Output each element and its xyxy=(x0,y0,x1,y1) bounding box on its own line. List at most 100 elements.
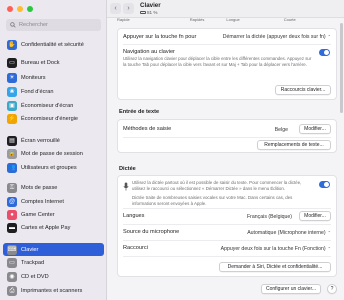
keyboard-navigation-label: Navigation au clavier xyxy=(123,48,175,55)
shortcut-label: Raccourci xyxy=(123,245,148,251)
dictation-panel: Utilisez la dictée partout où il est pos… xyxy=(117,175,337,277)
configure-keyboard-button[interactable]: Configurer un clavier... xyxy=(261,284,321,294)
sidebar-item-label: Moniteurs xyxy=(21,74,46,81)
lock-screen-icon: ▤ xyxy=(7,135,17,146)
users-icon: 👥 xyxy=(7,162,17,173)
top-column-0: Rapide xyxy=(117,17,130,22)
input-methods-value: Belge xyxy=(274,127,288,133)
battery-icon xyxy=(140,11,146,15)
sidebar-item-label: Imprimantes et scanners xyxy=(21,287,83,294)
hand-icon: ✋ xyxy=(7,39,17,50)
wallpaper-icon: ❀ xyxy=(7,86,17,97)
dictation-privacy-note: Dictée traite de nombreuses saisies voca… xyxy=(132,195,293,206)
dictation-toggle[interactable] xyxy=(319,181,330,188)
sidebar-item-display[interactable]: ☀ Moniteurs xyxy=(3,71,104,84)
languages-modify-button[interactable]: Modifier... xyxy=(299,211,331,221)
search-input[interactable] xyxy=(19,22,97,28)
sidebar-item-label: Économiseur d'énergie xyxy=(21,115,79,122)
microphone-icon xyxy=(123,182,129,193)
sidebar-item-wallpaper[interactable]: ❀ Fond d'écran xyxy=(3,85,104,98)
toolbar: ‹ › Clavier 81 % xyxy=(107,0,344,18)
sidebar-item-key[interactable]: ⚿ Mots de passe xyxy=(3,181,104,194)
languages-value: Français (Belgique) xyxy=(247,214,292,220)
keyboard-navigation-toggle[interactable] xyxy=(319,49,330,56)
zoom-window-button[interactable] xyxy=(27,6,33,12)
game-center-icon: ● xyxy=(7,209,17,220)
input-methods-label: Méthodes de saisie xyxy=(123,126,172,132)
at-icon: @ xyxy=(7,196,17,207)
sidebar-item-label: Écran verrouillé xyxy=(21,137,60,144)
sidebar-item-wallet[interactable]: ▬ Cartes et Apple Pay xyxy=(3,221,104,234)
sidebar-item-label: Économiseur d'écran xyxy=(21,102,74,109)
battery-status: 81 % xyxy=(140,10,157,15)
help-button[interactable]: ? xyxy=(327,284,337,294)
chevron-updown-icon: ⌃ xyxy=(327,246,331,251)
sidebar-item-lock[interactable]: 🔒 Mot de passe de session xyxy=(3,147,104,160)
sidebar: ✋ Confidentialité et sécurité ▭ Bureau et D… xyxy=(0,0,107,300)
sidebar-item-label: Mots de passe xyxy=(21,184,58,191)
disc-icon: ◉ xyxy=(7,271,17,282)
chevron-updown-icon: ⌃ xyxy=(327,34,331,39)
key-icon: ⚿ xyxy=(7,182,17,193)
top-column-2: Longue xyxy=(226,17,240,22)
sidebar-item-users[interactable]: 👥 Utilisateurs et groupes xyxy=(3,161,104,174)
sidebar-item-lock-screen[interactable]: ▤ Écran verrouillé xyxy=(3,134,104,147)
close-window-button[interactable] xyxy=(7,6,13,12)
sidebar-item-energy[interactable]: ⚡ Économiseur d'énergie xyxy=(3,112,104,125)
wallet-icon: ▬ xyxy=(7,222,17,233)
chevron-right-icon: › xyxy=(127,5,130,12)
sidebar-item-label: Trackpad xyxy=(21,259,45,266)
text-replacements-button[interactable]: Remplacements de texte... xyxy=(257,140,331,150)
sidebar-item-hand[interactable]: ✋ Confidentialité et sécurité xyxy=(3,38,104,51)
microphone-source-label: Source du microphone xyxy=(123,229,180,235)
fn-key-label: Appuyer sur la touche fn pour xyxy=(123,34,197,40)
sidebar-item-at[interactable]: @ Comptes Internet xyxy=(3,195,104,208)
keyboard-panel: Appuyer sur la touche fn pour Démarrer l… xyxy=(117,28,337,100)
sidebar-item-label: Fond d'écran xyxy=(21,88,54,95)
sidebar-item-label: CD et DVD xyxy=(21,273,49,280)
sidebar-item-game-center[interactable]: ● Game Center xyxy=(3,208,104,221)
dock-icon: ▭ xyxy=(7,57,17,68)
sidebar-item-label: Bureau et Dock xyxy=(21,59,60,66)
lock-icon: 🔒 xyxy=(7,148,17,159)
sidebar-item-disc[interactable]: ◉ CD et DVD xyxy=(3,270,104,283)
sidebar-item-dock[interactable]: ▭ Bureau et Dock xyxy=(3,56,104,69)
display-icon: ☀ xyxy=(7,72,17,83)
keyboard-navigation-description: Utilisez la navigation clavier pour dépl… xyxy=(123,56,312,67)
trackpad-icon: ▭ xyxy=(7,257,17,268)
printer-icon: ⎙ xyxy=(7,285,17,296)
sidebar-item-label: Mot de passe de session xyxy=(21,150,83,157)
page-title: Clavier xyxy=(140,2,161,9)
keyboard-icon: ⌨ xyxy=(7,244,17,255)
sidebar-item-keyboard[interactable]: ⌨ Clavier xyxy=(3,243,104,256)
shortcut-select[interactable]: Appuyer deux fois sur la touche Fn (Fonc… xyxy=(221,246,331,252)
search-field[interactable] xyxy=(6,19,101,31)
siri-dictation-privacy-button[interactable]: Demander à Siri, Dictée et confidentiali… xyxy=(219,262,331,272)
screensaver-icon: ▣ xyxy=(7,100,17,111)
sidebar-item-label: Game Center xyxy=(21,211,55,218)
minimize-window-button[interactable] xyxy=(17,6,23,12)
sidebar-item-label: Confidentialité et sécurité xyxy=(21,41,84,48)
dictation-heading: Dictée xyxy=(119,166,136,172)
window-controls xyxy=(7,6,33,12)
languages-label: Langues xyxy=(123,213,145,219)
scrollbar[interactable] xyxy=(340,23,343,113)
sidebar-item-label: Utilisateurs et groupes xyxy=(21,164,77,171)
chevron-left-icon: ‹ xyxy=(114,5,117,12)
forward-button[interactable]: › xyxy=(123,3,134,14)
fn-key-select[interactable]: Démarrer la dictée (appuyer deux fois su… xyxy=(223,34,331,40)
microphone-source-select[interactable]: Automatique (Microphone interne) ⌃ xyxy=(247,230,331,236)
keyboard-shortcuts-button[interactable]: Raccourcis clavier... xyxy=(275,85,331,95)
back-button[interactable]: ‹ xyxy=(110,3,121,14)
chevron-updown-icon: ⌃ xyxy=(327,230,331,235)
top-column-3: Courte xyxy=(283,17,296,22)
sidebar-item-screensaver[interactable]: ▣ Économiseur d'écran xyxy=(3,99,104,112)
sidebar-item-trackpad[interactable]: ▭ Trackpad xyxy=(3,256,104,269)
text-input-panel: Méthodes de saisie Belge Modifier... Rem… xyxy=(117,119,337,153)
sidebar-item-label: Clavier xyxy=(21,246,39,253)
sidebar-item-label: Cartes et Apple Pay xyxy=(21,224,71,231)
input-methods-modify-button[interactable]: Modifier... xyxy=(299,124,331,134)
main-pane: ‹ › Clavier 81 % Rapide Rapidés Longue C… xyxy=(107,0,344,300)
sidebar-item-printer[interactable]: ⎙ Imprimantes et scanners xyxy=(3,284,104,297)
text-input-heading: Entrée de texte xyxy=(119,109,160,115)
